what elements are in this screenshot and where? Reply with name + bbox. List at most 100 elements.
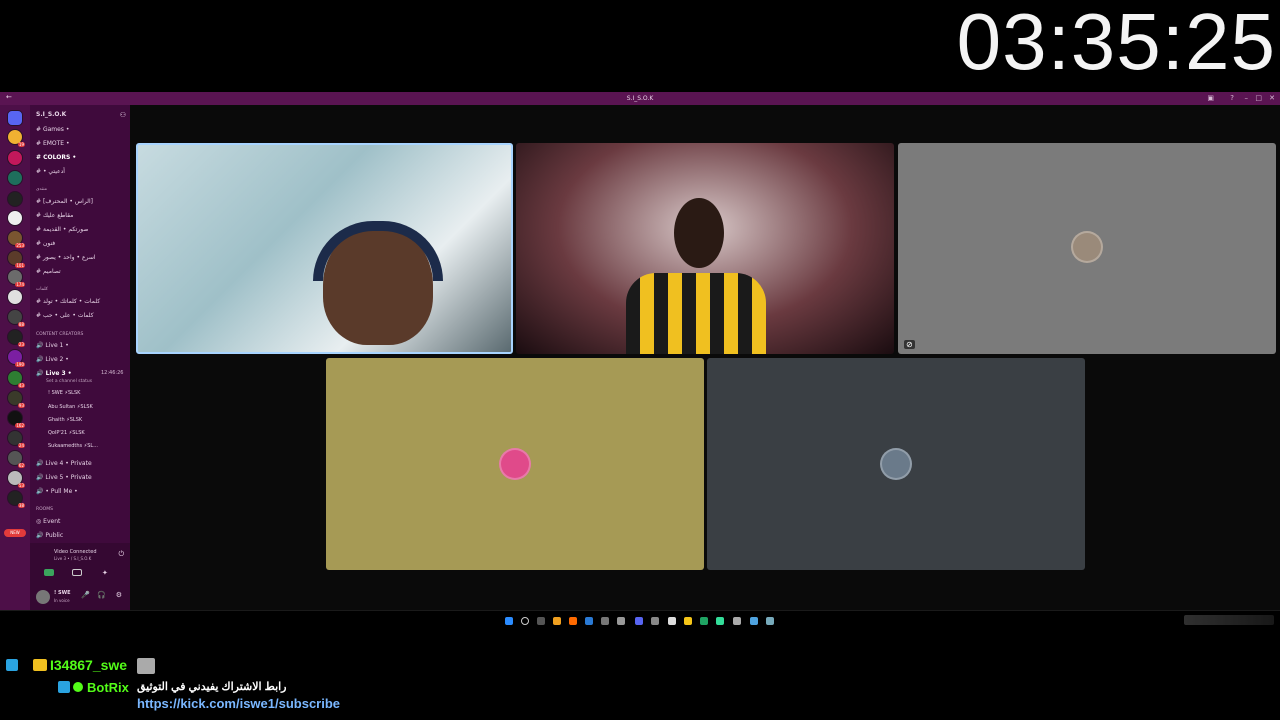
text-channel[interactable]: # فنون bbox=[36, 240, 55, 247]
server-icon[interactable]: 38 bbox=[7, 490, 25, 508]
chat-message: رابط الاشتراك يفيدني في التوثيق bbox=[137, 681, 287, 693]
category-rooms[interactable]: ROOMS bbox=[36, 507, 53, 512]
start-icon[interactable] bbox=[505, 617, 513, 625]
app-icon[interactable] bbox=[766, 617, 774, 625]
camera-icon[interactable] bbox=[44, 569, 54, 576]
server-icon[interactable]: 62 bbox=[7, 450, 25, 468]
server-icon[interactable]: 253 bbox=[7, 230, 25, 248]
video-tile[interactable] bbox=[326, 358, 704, 570]
server-icon[interactable] bbox=[7, 150, 23, 166]
file-explorer-icon[interactable] bbox=[684, 617, 692, 625]
text-channel[interactable]: # كلمات • كلماتك • تولد bbox=[36, 298, 100, 305]
text-channel[interactable]: # اسرع • واحد • يصور bbox=[36, 254, 96, 261]
user-name[interactable]: ! SWE bbox=[54, 590, 71, 596]
participant-video bbox=[626, 273, 766, 354]
server-icon[interactable] bbox=[7, 289, 23, 305]
server-icon[interactable] bbox=[7, 210, 23, 226]
search-icon[interactable] bbox=[521, 617, 529, 625]
server-icon[interactable] bbox=[7, 170, 23, 186]
server-icon[interactable]: 93 bbox=[7, 390, 25, 408]
system-tray[interactable] bbox=[1184, 615, 1274, 625]
settings-gear-icon[interactable]: ⚙ bbox=[116, 591, 122, 599]
window-title: S.I_S.O.K bbox=[626, 95, 654, 102]
channel-games[interactable]: # Games • bbox=[36, 126, 69, 133]
voice-member[interactable]: Sukaamedths ⚡SL... bbox=[48, 443, 98, 449]
app-icon[interactable] bbox=[651, 617, 659, 625]
server-icon[interactable]: 190 bbox=[7, 349, 25, 367]
app-icon[interactable] bbox=[733, 617, 741, 625]
server-icon[interactable]: 19 bbox=[7, 129, 25, 147]
app-icon[interactable] bbox=[668, 617, 676, 625]
app-icon[interactable] bbox=[617, 617, 625, 625]
connection-status[interactable]: Video Connected bbox=[54, 549, 97, 555]
voice-channel-live1[interactable]: 🔊 Live 1 • bbox=[36, 342, 69, 349]
voice-member[interactable]: QolP'21 ⚡SLSK bbox=[48, 430, 85, 436]
subscribe-link[interactable]: https://kick.com/iswe1/subscribe bbox=[137, 696, 340, 711]
maximize-icon[interactable]: □ bbox=[1255, 94, 1262, 102]
server-icon[interactable]: 174 bbox=[7, 269, 25, 287]
browser-icon[interactable] bbox=[700, 617, 708, 625]
discord-icon[interactable] bbox=[635, 617, 643, 625]
task-view-icon[interactable] bbox=[537, 617, 545, 625]
mic-icon[interactable]: 🎤 bbox=[81, 591, 90, 599]
bot-badge-icon bbox=[58, 681, 70, 693]
inbox-icon[interactable]: ▣ bbox=[1207, 94, 1214, 102]
server-icon[interactable]: 88 bbox=[7, 309, 25, 327]
vscode-icon[interactable] bbox=[585, 617, 593, 625]
app-icon[interactable] bbox=[716, 617, 724, 625]
voice-channel-live5[interactable]: 🔊 Live 5 • Private bbox=[36, 474, 92, 481]
video-tile[interactable] bbox=[516, 143, 894, 354]
user-avatar[interactable] bbox=[36, 590, 50, 604]
voice-member[interactable]: Ghaith ⚡SLSK bbox=[48, 417, 82, 423]
app-icon[interactable] bbox=[553, 617, 561, 625]
verified-icon bbox=[73, 682, 83, 692]
bot-username: BotRix bbox=[87, 680, 129, 695]
headset-icon[interactable]: 🎧 bbox=[97, 591, 106, 599]
text-channel[interactable]: # تصاميم bbox=[36, 268, 61, 275]
help-icon[interactable]: ? bbox=[1230, 94, 1234, 102]
new-badge[interactable]: NEW bbox=[4, 529, 26, 537]
category-forum[interactable]: منتدى bbox=[36, 187, 47, 192]
channel-duas[interactable]: # • أدعيتي bbox=[36, 168, 65, 175]
voice-channel-live2[interactable]: 🔊 Live 2 • bbox=[36, 356, 69, 363]
app-icon[interactable] bbox=[601, 617, 609, 625]
text-channel[interactable]: # [الراس • المحترف] bbox=[36, 198, 93, 205]
activities-icon[interactable]: ✦ bbox=[102, 569, 108, 577]
app-icon[interactable] bbox=[750, 617, 758, 625]
taskbar bbox=[0, 610, 1280, 630]
screen-share-icon[interactable] bbox=[72, 569, 82, 576]
server-name[interactable]: S.I_S.O.K bbox=[36, 111, 66, 118]
server-icon[interactable]: 101 bbox=[7, 250, 25, 268]
server-icon[interactable]: 24 bbox=[7, 430, 25, 448]
channel-emote[interactable]: # EMOTE • bbox=[36, 140, 70, 147]
disconnect-icon[interactable]: ⏻ bbox=[118, 550, 124, 559]
add-member-icon[interactable]: ⚇ bbox=[120, 111, 126, 119]
chat-username: I34867_swe bbox=[50, 657, 128, 673]
category-words[interactable]: كلمات bbox=[36, 287, 48, 292]
voice-channel-live3[interactable]: 🔊 Live 3 • bbox=[36, 370, 72, 377]
voice-channel-pullme[interactable]: 🔊 • Pull Me • bbox=[36, 488, 78, 495]
channel-colors[interactable]: # COLORS • bbox=[36, 154, 76, 161]
server-icon[interactable]: 23 bbox=[7, 329, 25, 347]
minimize-icon[interactable]: – bbox=[1245, 94, 1249, 102]
event-channel[interactable]: ◎ Event bbox=[36, 518, 60, 525]
voice-member[interactable]: Abu Sultan ⚡SLSK bbox=[48, 404, 93, 410]
text-channel[interactable]: # صورتكم • القديمة bbox=[36, 226, 88, 233]
voice-member[interactable]: ! SWE ⚡SLSK bbox=[48, 390, 80, 396]
voice-channel-live4[interactable]: 🔊 Live 4 • Private bbox=[36, 460, 92, 467]
server-icon[interactable] bbox=[7, 191, 23, 207]
video-tile[interactable] bbox=[136, 143, 513, 354]
channel-status-hint[interactable]: Set a channel status bbox=[46, 379, 92, 384]
text-channel[interactable]: # مقاطع عليك bbox=[36, 212, 73, 219]
public-channel[interactable]: 🔊 Public bbox=[36, 532, 63, 539]
close-icon[interactable]: ✕ bbox=[1269, 94, 1275, 102]
text-channel[interactable]: # كلمات • على • حب bbox=[36, 312, 94, 319]
video-tile[interactable]: ⊘ bbox=[898, 143, 1276, 354]
server-icon[interactable]: 43 bbox=[7, 370, 25, 388]
discord-home-icon[interactable] bbox=[7, 110, 23, 126]
category-content-creators[interactable]: CONTENT CREATORS bbox=[36, 332, 83, 337]
video-tile[interactable] bbox=[707, 358, 1085, 570]
server-icon[interactable]: 162 bbox=[7, 410, 25, 428]
app-icon[interactable] bbox=[569, 617, 577, 625]
server-icon[interactable]: 53 bbox=[7, 470, 25, 488]
